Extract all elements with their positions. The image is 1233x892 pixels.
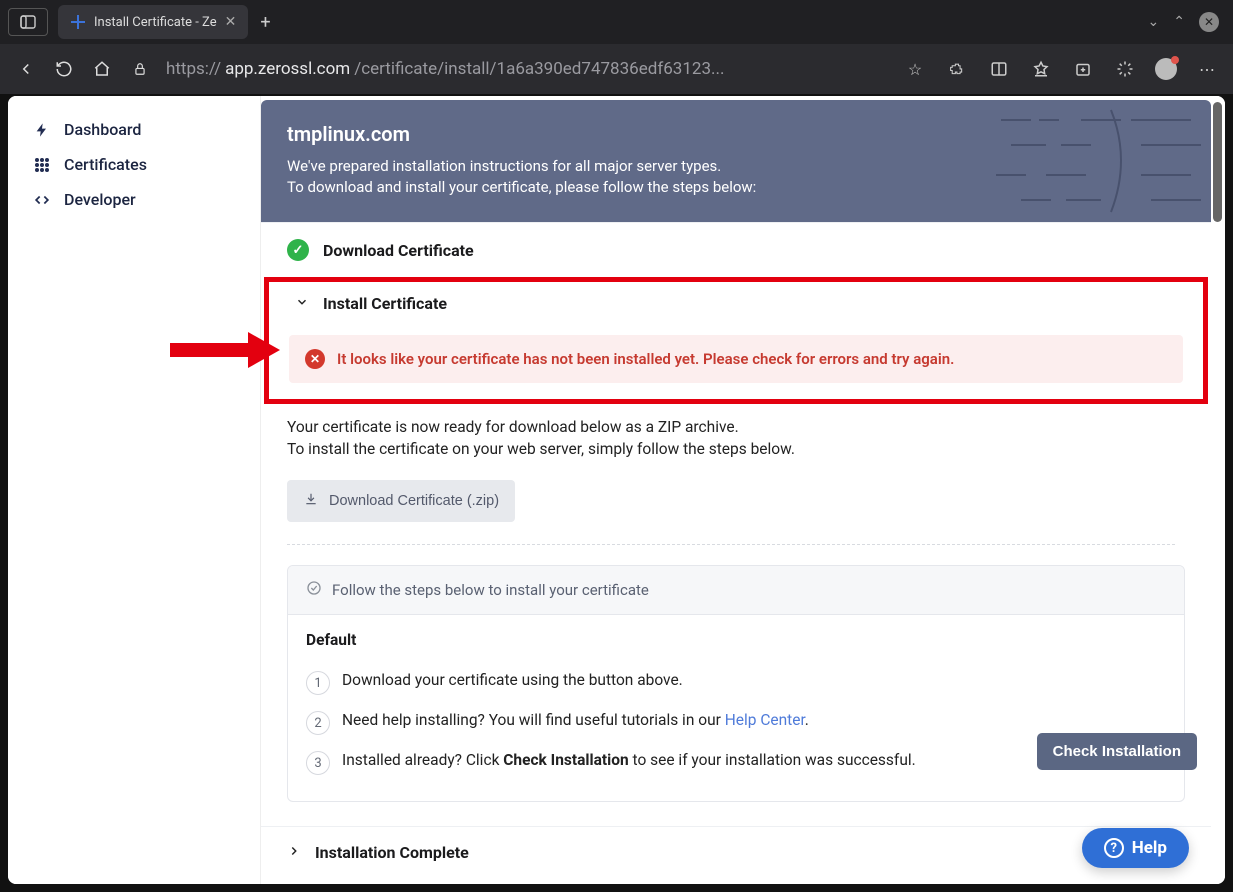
browser-chrome: Install Certificate - Ze ✕ + ⌄ ⌃ ✕ https…: [0, 0, 1233, 94]
url-path: /certificate/install/1a6a390ed747836edf6…: [354, 59, 724, 79]
favorites-icon[interactable]: [1029, 57, 1053, 81]
step-text: Installed already? Click Check Installat…: [342, 751, 916, 769]
step-number: 2: [306, 711, 330, 735]
download-certificate-button[interactable]: Download Certificate (.zip): [287, 480, 515, 522]
url-scheme: https://: [166, 59, 221, 79]
steps-check-icon: [306, 580, 322, 600]
refresh-button[interactable]: [52, 57, 76, 81]
address-bar: https://app.zerossl.com/certificate/inst…: [0, 44, 1233, 94]
section-download-certificate[interactable]: ✓ Download Certificate: [261, 222, 1211, 277]
toolbar-icons: ☆ ⋯: [903, 57, 1219, 81]
step-text: Need help installing? You will find usef…: [342, 711, 809, 729]
step-number: 3: [306, 751, 330, 775]
highlight-annotation: Install Certificate ✕ It looks like your…: [264, 277, 1208, 404]
main-content: tmplinux.com We've prepared installation…: [261, 96, 1225, 884]
download-icon: [303, 492, 319, 510]
extension-icon[interactable]: [945, 57, 969, 81]
section-installation-complete[interactable]: Installation Complete: [261, 826, 1211, 878]
chevron-right-icon: [287, 843, 301, 862]
alert-message: It looks like your certificate has not b…: [337, 350, 954, 368]
scrollbar-thumb[interactable]: [1213, 102, 1222, 222]
chevron-down-icon: [295, 294, 309, 313]
more-menu-icon[interactable]: ⋯: [1195, 57, 1219, 81]
home-button[interactable]: [90, 57, 114, 81]
sidebar-item-label: Developer: [64, 190, 136, 209]
split-screen-icon[interactable]: [987, 57, 1011, 81]
header-decoration: [991, 100, 1211, 220]
help-fab[interactable]: ? Help: [1082, 828, 1189, 868]
sidebar-item-developer[interactable]: Developer: [28, 182, 240, 217]
section-install-certificate[interactable]: Install Certificate: [269, 282, 1203, 329]
browser-tab[interactable]: Install Certificate - Ze ✕: [58, 5, 248, 39]
check-circle-icon: ✓: [287, 239, 309, 261]
code-icon: [32, 193, 52, 207]
sidebar-item-label: Dashboard: [64, 120, 141, 139]
close-tab-icon[interactable]: ✕: [225, 14, 237, 30]
tab-title: Install Certificate - Ze: [94, 15, 217, 30]
sidebar-item-dashboard[interactable]: Dashboard: [28, 112, 240, 147]
card-header: tmplinux.com We've prepared installation…: [261, 100, 1211, 222]
steps-heading-text: Follow the steps below to install your c…: [332, 581, 649, 599]
download-button-label: Download Certificate (.zip): [329, 493, 499, 509]
scrollbar[interactable]: [1209, 96, 1225, 884]
step-number: 1: [306, 671, 330, 695]
help-icon: ?: [1104, 838, 1124, 858]
tab-actions-icon[interactable]: [8, 8, 48, 36]
install-p1: Your certificate is now ready for downlo…: [287, 418, 1185, 436]
error-icon: ✕: [305, 349, 325, 369]
sidebar-item-label: Certificates: [64, 155, 147, 174]
favicon-icon: [70, 14, 86, 30]
close-window-icon[interactable]: ✕: [1199, 12, 1219, 32]
error-alert: ✕ It looks like your certificate has not…: [289, 335, 1183, 383]
profile-avatar[interactable]: [1155, 58, 1177, 80]
grid-icon: [32, 157, 52, 173]
url-display[interactable]: https://app.zerossl.com/certificate/inst…: [166, 59, 889, 79]
help-center-link[interactable]: Help Center: [725, 711, 805, 729]
new-tab-button[interactable]: +: [260, 12, 270, 33]
chevron-down-icon[interactable]: ⌄: [1148, 14, 1160, 30]
check-installation-button[interactable]: Check Installation: [1037, 733, 1197, 770]
bolt-icon: [32, 121, 52, 139]
divider: [287, 544, 1175, 545]
back-button[interactable]: [14, 57, 38, 81]
install-p2: To install the certificate on your web s…: [287, 440, 1185, 458]
sidebar: Dashboard Certificates Developer: [8, 96, 261, 884]
url-host: app.zerossl.com: [225, 59, 350, 79]
sidebar-item-certificates[interactable]: Certificates: [28, 147, 240, 182]
steps-group-title: Default: [306, 631, 1166, 649]
step-row: 1 Download your certificate using the bu…: [306, 663, 1166, 703]
chevron-up-icon[interactable]: ⌃: [1173, 14, 1185, 30]
section-title: Installation Complete: [315, 843, 469, 862]
section-title: Download Certificate: [323, 241, 474, 260]
tab-strip: Install Certificate - Ze ✕ + ⌄ ⌃ ✕: [0, 0, 1233, 44]
star-icon[interactable]: ☆: [903, 57, 927, 81]
steps-heading: Follow the steps below to install your c…: [288, 566, 1184, 615]
help-label: Help: [1132, 838, 1167, 858]
lock-icon[interactable]: [128, 57, 152, 81]
window-controls: ⌄ ⌃ ✕: [1148, 12, 1225, 32]
performance-icon[interactable]: [1113, 57, 1137, 81]
app-viewport: Dashboard Certificates Developer tmplinu…: [8, 96, 1225, 884]
collections-icon[interactable]: [1071, 57, 1095, 81]
section-title: Install Certificate: [323, 294, 447, 313]
step-text: Download your certificate using the butt…: [342, 671, 683, 689]
